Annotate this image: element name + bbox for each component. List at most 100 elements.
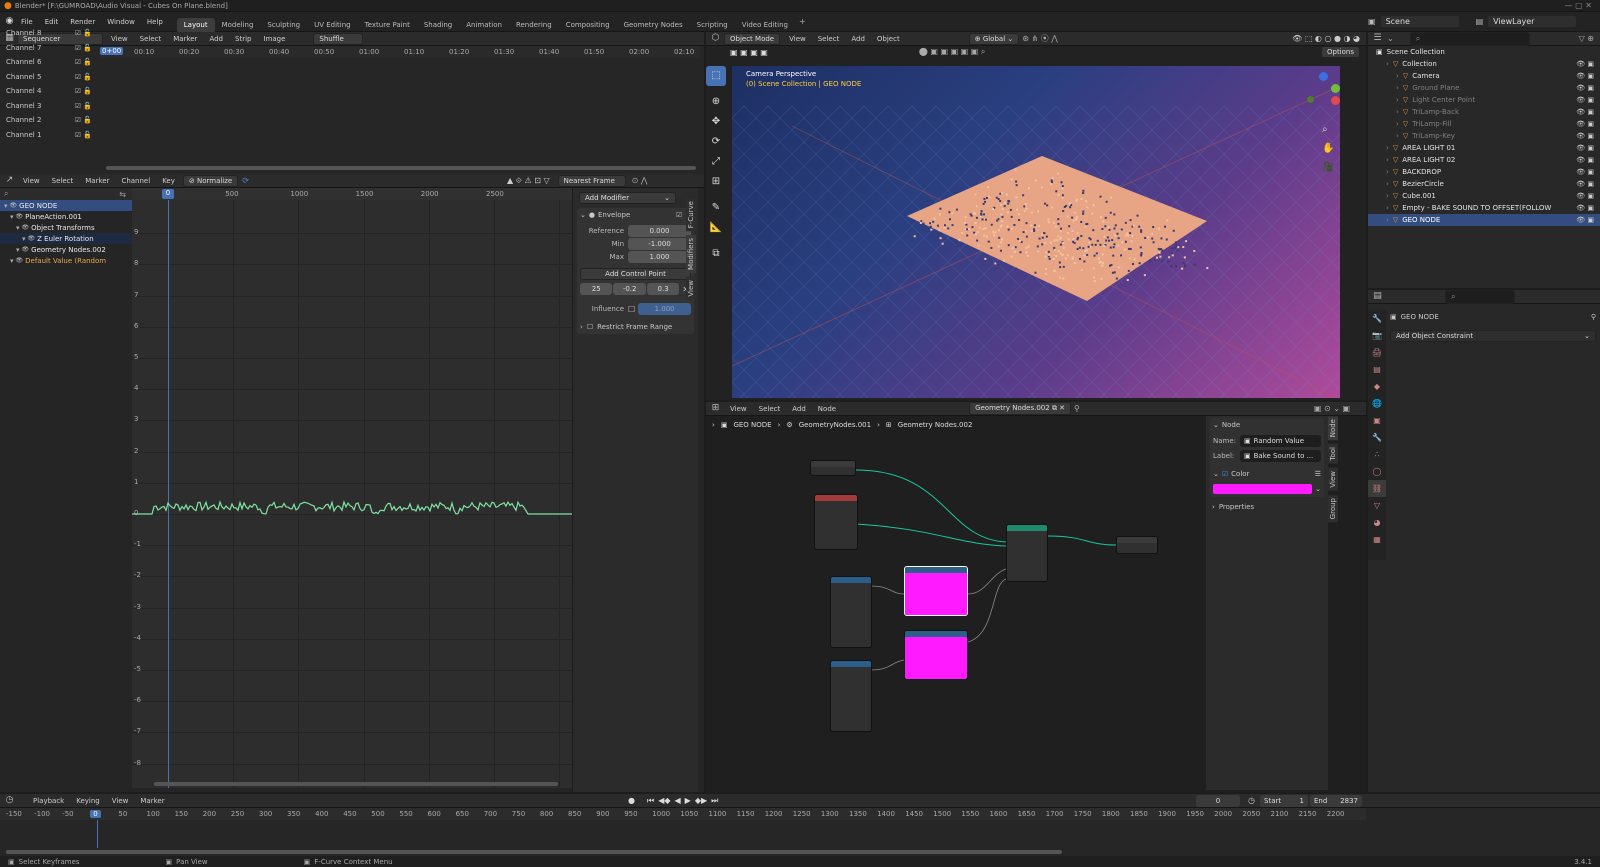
expand-icon[interactable]: ›: [1396, 72, 1399, 80]
fcurve-line[interactable]: [132, 500, 572, 515]
outliner[interactable]: ☰ ⌄ ⌕ ▽ ⊕ ▣ Scene Collection › ▽ Collection…: [1368, 31, 1600, 288]
jump-end-icon[interactable]: ⏭: [711, 796, 718, 806]
workspace-tab-layout[interactable]: Layout: [176, 17, 215, 32]
viewport-menu-select[interactable]: Select: [812, 35, 846, 43]
outliner-row[interactable]: › ▽ GEO NODE 👁 ▣: [1368, 214, 1600, 226]
timeline-menu-marker[interactable]: Marker: [134, 797, 170, 805]
gizmo-y-axis-icon[interactable]: [1331, 84, 1340, 93]
sidebar-tab-modifiers[interactable]: Modifiers: [686, 235, 696, 274]
camera-view-icon[interactable]: 🎥: [1322, 158, 1336, 177]
breadcrumb-modifier[interactable]: GeometryNodes.001: [799, 421, 871, 429]
add-workspace-icon[interactable]: +: [799, 17, 806, 26]
menu-window[interactable]: Window: [101, 18, 141, 26]
prev-keyframe-icon[interactable]: ◀◆: [658, 796, 670, 805]
scene-collection-row[interactable]: ▣ Scene Collection: [1368, 46, 1600, 58]
select-box-icon[interactable]: ⬚: [706, 66, 726, 86]
add-object-constraint-dropdown[interactable]: Add Object Constraint ⌄: [1390, 330, 1596, 342]
transform-icon[interactable]: ⊞: [706, 172, 726, 192]
expand-icon[interactable]: ›: [1396, 120, 1399, 128]
tool-icon[interactable]: 🔧: [1368, 310, 1386, 327]
restrict-checkbox[interactable]: ☐: [587, 323, 593, 331]
auto-normalize-icon[interactable]: ⟳: [242, 176, 249, 185]
jump-start-icon[interactable]: ⏮: [647, 796, 654, 806]
viewport-type-icon[interactable]: ⬡: [710, 33, 721, 44]
node-name-field[interactable]: ▣ Random Value: [1240, 435, 1321, 447]
measure-icon[interactable]: 📐: [706, 218, 726, 238]
world-icon[interactable]: 🌐: [1368, 395, 1386, 412]
pin-icon[interactable]: ⚲: [1591, 313, 1596, 321]
fcurve-svg[interactable]: [132, 200, 572, 788]
channel-toggle-icons[interactable]: ☑ 🔓: [75, 131, 92, 139]
pin-icon[interactable]: ⚲: [1074, 404, 1080, 413]
workspace-tab-uv-editing[interactable]: UV Editing: [307, 18, 358, 32]
control-point-max[interactable]: 0.3: [646, 283, 680, 295]
modifier-icon[interactable]: 🔧: [1368, 429, 1386, 446]
scene-selector[interactable]: Scene: [1379, 15, 1460, 28]
visibility-icon[interactable]: 👁 ▣: [1576, 60, 1594, 68]
map-range-node-1[interactable]: [830, 576, 872, 648]
proportional-icon[interactable]: ⊙ ⋀: [632, 176, 648, 185]
outliner-row[interactable]: › ▽ Cube.001 👁 ▣: [1368, 190, 1600, 202]
workspace-tab-modeling[interactable]: Modeling: [215, 18, 261, 32]
properties-type-icon[interactable]: ▤: [1372, 291, 1383, 302]
outliner-row[interactable]: › ▽ BACKDROP 👁 ▣: [1368, 166, 1600, 178]
render-icon[interactable]: 📷: [1368, 327, 1386, 344]
move-icon[interactable]: ✥: [706, 112, 726, 132]
node-tab-tool[interactable]: Tool: [1328, 444, 1338, 464]
gizmo-neg-y-icon[interactable]: [1307, 96, 1314, 103]
channel-toggle-icons[interactable]: ☑ 🔓: [75, 58, 92, 66]
node-menu-select[interactable]: Select: [753, 405, 787, 413]
sequencer-menu-add[interactable]: Add: [203, 35, 229, 43]
graph-menu-channel[interactable]: Channel: [115, 177, 156, 185]
timeline-menu-keying[interactable]: Keying: [70, 797, 106, 805]
breadcrumb-object[interactable]: GEO NODE: [733, 421, 771, 429]
node-editor[interactable]: ⊞ View Select Add Node Geometry Nodes.002 ⧉…: [706, 402, 1366, 792]
influence-checkbox[interactable]: ☐: [628, 305, 635, 314]
object-icon[interactable]: ▣: [1368, 412, 1386, 429]
channel-toggle-icons[interactable]: ☑ 🔓: [75, 87, 92, 95]
scale-icon[interactable]: ⤢: [706, 152, 726, 172]
visibility-icon[interactable]: 👁 ▣: [1576, 96, 1594, 104]
view-layer-selector[interactable]: ViewLayer: [1487, 15, 1578, 28]
graph-channel-row[interactable]: ▾ 👁 Z Euler Rotation: [0, 233, 132, 244]
expand-icon[interactable]: ›: [1386, 156, 1389, 164]
visibility-icon[interactable]: 👁 ▣: [1576, 204, 1594, 212]
channel-search[interactable]: ⌕ ⇆: [0, 188, 132, 200]
visibility-icon[interactable]: 👁 ▣: [1576, 120, 1594, 128]
visibility-icon[interactable]: 👁 ▣: [1576, 132, 1594, 140]
expand-icon[interactable]: ›: [1386, 168, 1389, 176]
visibility-icon[interactable]: 👁 ▣: [1576, 168, 1594, 176]
expand-icon[interactable]: ›: [1386, 60, 1389, 68]
outliner-row[interactable]: › ▽ Ground Plane 👁 ▣: [1368, 82, 1600, 94]
min-field[interactable]: -1.000: [628, 238, 691, 250]
workspace-tab-geometry-nodes[interactable]: Geometry Nodes: [617, 18, 690, 32]
node-header-right-icons[interactable]: ▣ ⊙ ⌄ ▣: [1314, 404, 1350, 413]
visibility-icon[interactable]: 👁 ▣: [1576, 144, 1594, 152]
filter-icon[interactable]: ▽ ⊕: [1579, 34, 1594, 43]
group-output-node[interactable]: [1116, 536, 1158, 554]
select-mode-icons[interactable]: ▣ ▣ ▣ ▣: [730, 48, 768, 57]
3d-viewport[interactable]: ⬡ Object Mode View Select Add Object ⊕ Glob…: [706, 32, 1366, 400]
timeline-type-icon[interactable]: ◷: [4, 795, 15, 806]
graph-plot-area[interactable]: 500 1000 1500 2000 2500 9 8 7 6 5 4 3 2 1 0 -1 -2 -3 -4 -5…: [132, 188, 572, 788]
expand-icon[interactable]: ▾: [22, 235, 26, 243]
timeline-menu-view[interactable]: View: [106, 797, 135, 805]
expand-icon[interactable]: ›: [1396, 84, 1399, 92]
playhead-marker[interactable]: 0: [162, 189, 174, 199]
graph-editor-type-icon[interactable]: ↗: [4, 175, 15, 186]
graph-channel-row[interactable]: ▾ 👁 Object Transforms: [0, 222, 132, 233]
map-range-node-2[interactable]: [830, 660, 872, 732]
display-mode-icon[interactable]: ⌄: [1387, 34, 1394, 43]
timeline-menu-playback[interactable]: Playback: [27, 797, 70, 805]
sequencer-channel-row[interactable]: Channel 1 ☑ 🔓: [0, 128, 100, 143]
window-controls[interactable]: — ▢ ✕: [1565, 1, 1592, 10]
sequencer-channel-row[interactable]: Channel 4 ☑ 🔓: [0, 84, 100, 99]
timeline-ruler[interactable]: -150 -100 -50 0 50 100 150 200 250 300 350 400 450 50…: [0, 808, 1366, 848]
expand-icon[interactable]: ›: [1386, 216, 1389, 224]
visibility-icon[interactable]: 👁: [28, 235, 36, 242]
color-checkbox[interactable]: ☑: [1222, 470, 1228, 478]
cursor-icon[interactable]: ⊕: [706, 92, 726, 112]
visibility-icon[interactable]: 👁 ▣: [1576, 216, 1594, 224]
modifier-enable-checkbox[interactable]: ☑: [676, 211, 682, 219]
add-control-point-button[interactable]: Add Control Point: [580, 268, 691, 280]
